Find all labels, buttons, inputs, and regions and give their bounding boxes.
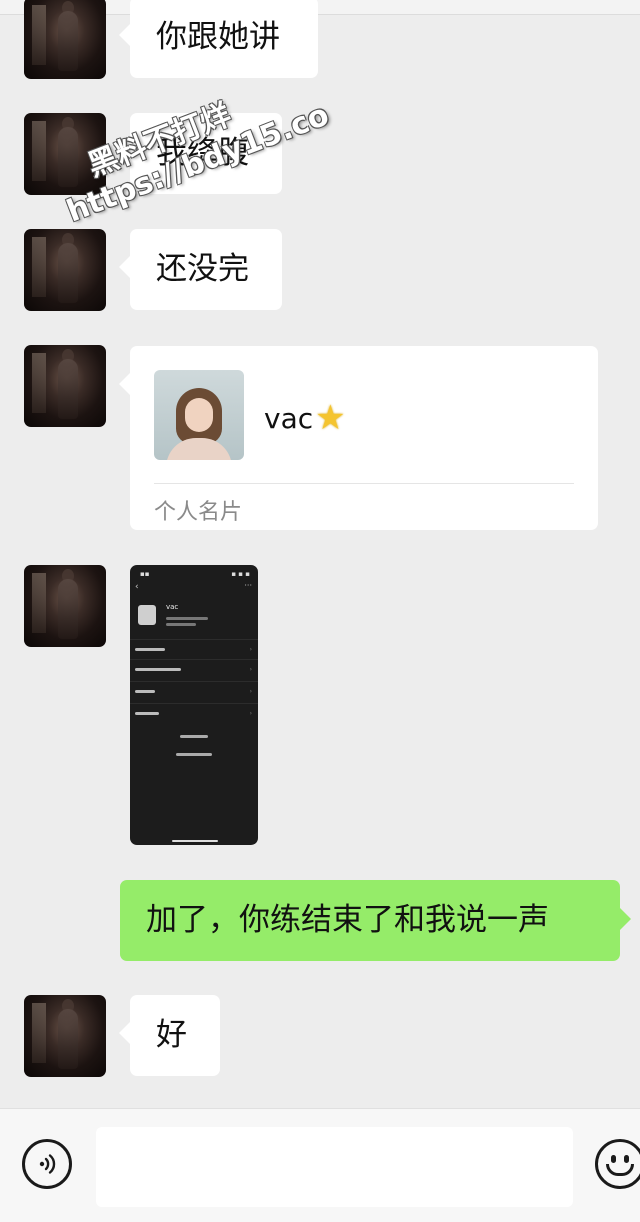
profile-name: vac (166, 603, 179, 611)
back-icon: ‹ (135, 582, 139, 592)
input-bar (0, 1108, 640, 1222)
card-name-text: vac (264, 401, 314, 435)
more-icon: ··· (244, 581, 252, 590)
card-avatar (154, 370, 244, 460)
contact-avatar[interactable] (24, 229, 106, 311)
contact-avatar[interactable] (24, 995, 106, 1077)
contact-avatar[interactable] (24, 565, 106, 647)
message-text: 好 (156, 1017, 187, 1053)
voice-icon[interactable] (22, 1139, 72, 1189)
profile-line (166, 623, 196, 626)
sent-message-bubble[interactable]: 加了，你练结束了和我说一声 (120, 880, 631, 961)
emoji-icon[interactable] (595, 1139, 640, 1189)
settings-row: › (130, 659, 258, 682)
message-action (180, 735, 208, 738)
contact-avatar[interactable] (24, 0, 106, 79)
status-time-icon: ▪▪ (140, 570, 150, 578)
profile-avatar (138, 605, 156, 625)
message-text: 加了，你练结束了和我说一声 (146, 902, 549, 938)
message-bubble[interactable]: 我绛腹 (119, 113, 282, 194)
profile-line (166, 617, 208, 620)
contact-avatar[interactable] (24, 345, 106, 427)
message-bubble[interactable]: 还没完 (119, 229, 282, 310)
message-bubble[interactable]: 好 (119, 995, 220, 1076)
card-name: vac ★ (264, 398, 346, 438)
message-input[interactable] (96, 1127, 573, 1207)
call-action (176, 753, 212, 756)
home-indicator (172, 840, 218, 842)
message-text: 我绛腹 (156, 135, 249, 171)
status-icons: ▪ ▪ ▪ (231, 570, 250, 578)
message-text: 你跟她讲 (156, 19, 280, 55)
card-label: 个人名片 (154, 500, 243, 525)
star-icon: ★ (315, 398, 346, 438)
message-bubble[interactable]: 你跟她讲 (119, 0, 318, 78)
message-text: 还没完 (156, 251, 249, 287)
contact-avatar[interactable] (24, 113, 106, 195)
card-divider (154, 483, 574, 484)
image-message[interactable]: ▪▪ ▪ ▪ ▪ ‹ ··· vac › › › › (130, 565, 258, 845)
settings-row: › (130, 703, 258, 726)
contact-card[interactable]: vac ★ 个人名片 (119, 346, 598, 530)
settings-row: › (130, 681, 258, 704)
